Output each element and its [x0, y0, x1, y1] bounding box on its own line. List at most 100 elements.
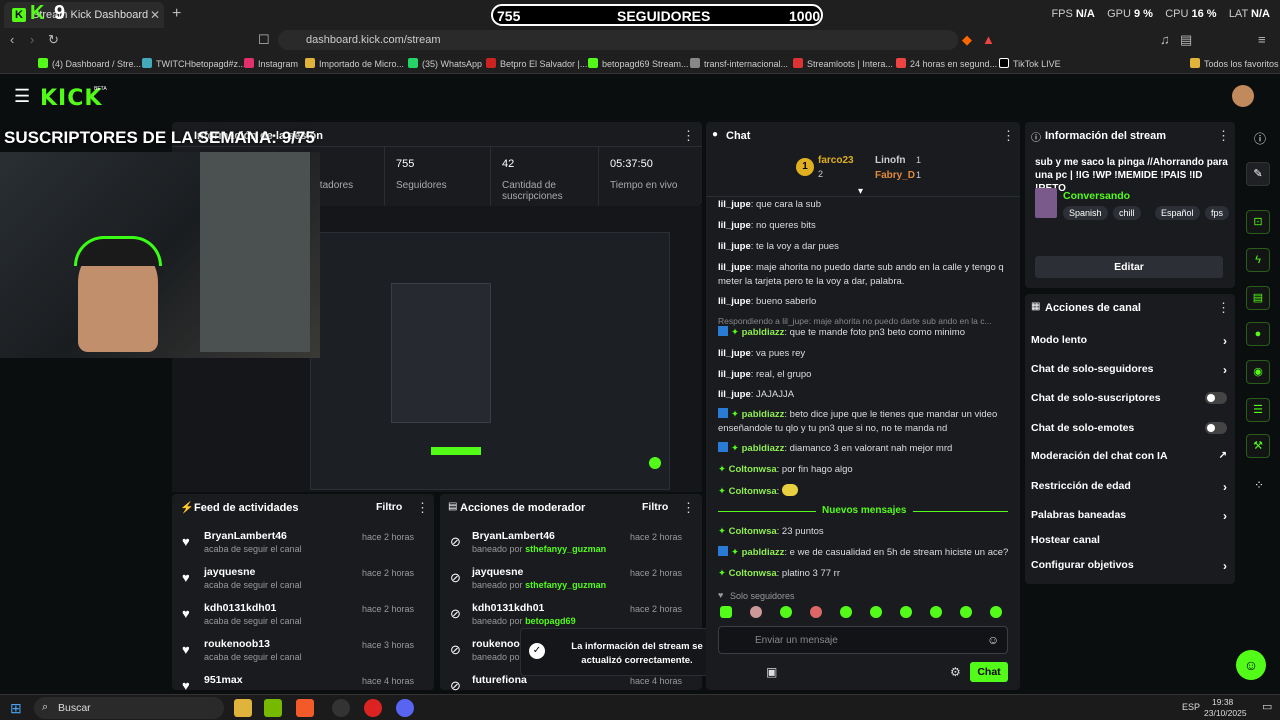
avatar[interactable] [1232, 85, 1254, 107]
bookmark-item[interactable]: TikTok LIVE [999, 58, 1061, 69]
chat-message[interactable]: lil_jupe: maje ahorita no puedo darte su… [718, 261, 1016, 289]
chat-message[interactable]: ✦ Coltonwsa: platino 3 77 rr [718, 567, 1016, 581]
gear-icon[interactable]: ⚙ [950, 665, 961, 679]
reload-icon[interactable]: ↻ [48, 32, 59, 48]
list-item[interactable]: ♥ jayquesne acaba de seguir el canal hac… [172, 566, 422, 602]
bookmark-item[interactable]: (35) WhatsApp [408, 58, 482, 69]
help-chat-icon[interactable]: ☺ [1236, 650, 1266, 680]
bookmark-item[interactable]: Todos los favoritos [1190, 58, 1279, 69]
emote-icon[interactable] [810, 606, 822, 618]
folder-icon[interactable] [234, 699, 252, 717]
notification-icon[interactable]: ▭ [1262, 700, 1272, 713]
tag-chip[interactable]: Español [1155, 206, 1200, 220]
bookmark-item[interactable]: Instagram [244, 58, 298, 69]
more-icon[interactable]: ⋮ [682, 500, 695, 516]
forward-icon[interactable]: › [30, 32, 34, 47]
chat-message[interactable]: ✦ Coltonwsa: 23 puntos [718, 525, 1016, 539]
emotes-only-toggle[interactable] [1205, 422, 1227, 434]
new-tab-button[interactable]: + [172, 5, 181, 23]
edit-button[interactable]: Editar [1035, 256, 1223, 278]
brave-icon[interactable] [296, 699, 314, 717]
tag-chip[interactable]: Spanish [1063, 206, 1108, 220]
more-icon[interactable]: ⋮ [416, 500, 429, 516]
info-icon[interactable]: ⓘ [1254, 130, 1266, 147]
action-followers-only[interactable]: Chat de solo-seguidores › [1031, 363, 1227, 377]
action-subs-only[interactable]: Chat de solo-suscriptores [1031, 392, 1227, 404]
media-icon[interactable]: ♫ [1160, 32, 1170, 47]
list-item[interactable]: ♥ kdh0131kdh01 acaba de seguir el canal … [172, 602, 422, 638]
brave-rewards-icon[interactable]: ▲ [982, 32, 995, 47]
chat-message[interactable]: ✦ Coltonwsa: por fin hago algo [718, 463, 1016, 477]
clock-date[interactable]: 23/10/2025 [1204, 708, 1247, 718]
chat-message[interactable]: lil_jupe: va pues rey [718, 347, 1016, 361]
list-item[interactable]: ♥ 951max hace 4 horas [172, 674, 422, 693]
action-ai-moderation[interactable]: Moderación del chat con IA ↗ [1031, 450, 1227, 462]
bookmark-item[interactable]: betopagd69 Stream... [588, 58, 689, 69]
clock-time[interactable]: 19:38 [1212, 697, 1233, 707]
chat-message[interactable]: lil_jupe: te la voy a dar pues [718, 240, 1016, 254]
list-item[interactable]: ⊘ BryanLambert46 baneado por sthefanyy_g… [440, 530, 690, 566]
back-icon[interactable]: ‹ [10, 32, 14, 47]
action-goals[interactable]: Configurar objetivos › [1031, 559, 1227, 573]
more-icon[interactable]: ⋮ [1217, 300, 1230, 316]
action-emotes-only[interactable]: Chat de solo-emotes [1031, 422, 1227, 434]
bookmark-icon[interactable]: ☐ [258, 32, 270, 48]
recorder-icon[interactable] [364, 699, 382, 717]
chat-message[interactable]: ✦ Coltonwsa: [718, 484, 1016, 499]
clip-icon[interactable]: ⊡ [1246, 210, 1270, 234]
chat-icon[interactable]: ● [1246, 322, 1270, 346]
send-chat-button[interactable]: Chat [970, 662, 1008, 682]
apps-icon[interactable]: ⁘ [1254, 478, 1264, 492]
obs-icon[interactable] [332, 699, 350, 717]
tag-chip[interactable]: chill [1113, 206, 1141, 220]
broadcast-icon[interactable]: ◉ [1246, 360, 1270, 384]
document-icon[interactable]: ▤ [1246, 286, 1270, 310]
emote-icon[interactable] [870, 606, 882, 618]
chat-message[interactable]: ✦ pabldiazz: e we de casualidad en 5h de… [718, 546, 1016, 560]
nvidia-icon[interactable] [264, 699, 282, 717]
emote-icon[interactable] [900, 606, 912, 618]
url-input[interactable]: dashboard.kick.com/stream [278, 30, 958, 50]
action-slow-mode[interactable]: Modo lento › [1031, 334, 1227, 348]
close-tab-icon[interactable]: ✕ [150, 8, 160, 22]
hamburger-menu-icon[interactable]: ☰ [14, 86, 30, 107]
feed-filter-button[interactable]: Filtro [376, 501, 402, 513]
windows-start-icon[interactable]: ⊞ [10, 700, 22, 717]
chat-message[interactable]: lil_jupe: JAJAJJA [718, 388, 1016, 402]
menu-icon[interactable]: ≡ [1258, 32, 1266, 47]
bookmark-item[interactable]: transf-internacional... [690, 58, 788, 69]
chat-message[interactable]: lil_jupe: no queres bits [718, 219, 1016, 233]
gift-icon[interactable]: ▣ [766, 665, 777, 679]
more-icon[interactable]: ⋮ [682, 128, 695, 144]
emote-icon[interactable] [990, 606, 1002, 618]
list-item[interactable]: ⊘ jayquesne baneado por sthefanyy_guzman… [440, 566, 690, 602]
list-item[interactable]: ♥ roukenoob13 acaba de seguir el canal h… [172, 638, 422, 674]
bookmark-item[interactable]: 24 horas en segund... [896, 58, 997, 69]
emote-icon[interactable] [780, 606, 792, 618]
discord-icon[interactable] [396, 699, 414, 717]
chat-message[interactable]: lil_jupe: bueno saberlo [718, 295, 1016, 309]
new-messages-divider[interactable]: Nuevos mensajes [816, 505, 913, 516]
browser-tab[interactable]: K Stream Kick Dashboard ✕ [4, 2, 164, 28]
chat-input[interactable]: Enviar un mensaje ☺ [718, 626, 1008, 654]
subs-only-toggle[interactable] [1205, 392, 1227, 404]
mod-filter-button[interactable]: Filtro [642, 501, 668, 513]
chat-message[interactable]: lil_jupe: real, el grupo [718, 368, 1016, 382]
chat-message[interactable]: ✦ pabldiazz: beto dice jupe que le tiene… [718, 408, 1016, 436]
chat-message[interactable]: lil_jupe: que cara la sub [718, 198, 1016, 212]
edit-pencil-icon[interactable]: ✎ [1246, 162, 1270, 186]
emote-icon[interactable] [750, 606, 762, 618]
action-banned-words[interactable]: Palabras baneadas › [1031, 509, 1227, 523]
action-age-restriction[interactable]: Restricción de edad › [1031, 480, 1227, 494]
bookmark-item[interactable]: Betpro El Salvador |... [486, 58, 587, 69]
emote-icon[interactable] [960, 606, 972, 618]
action-host-channel[interactable]: Hostear canal [1031, 534, 1227, 546]
bookmark-item[interactable]: Importado de Micro... [305, 58, 404, 69]
chat-message[interactable]: ✦ pabldiazz: que te mande foto pn3 beto … [718, 326, 1016, 340]
category-name[interactable]: Conversando [1063, 190, 1130, 202]
layout-icon[interactable]: ☰ [1246, 398, 1270, 422]
emote-icon[interactable] [720, 606, 732, 618]
bookmark-item[interactable]: TWITCHbetopagd#z... [142, 58, 246, 69]
emote-icon[interactable] [930, 606, 942, 618]
list-item[interactable]: ♥ BryanLambert46 acaba de seguir el cana… [172, 530, 422, 566]
